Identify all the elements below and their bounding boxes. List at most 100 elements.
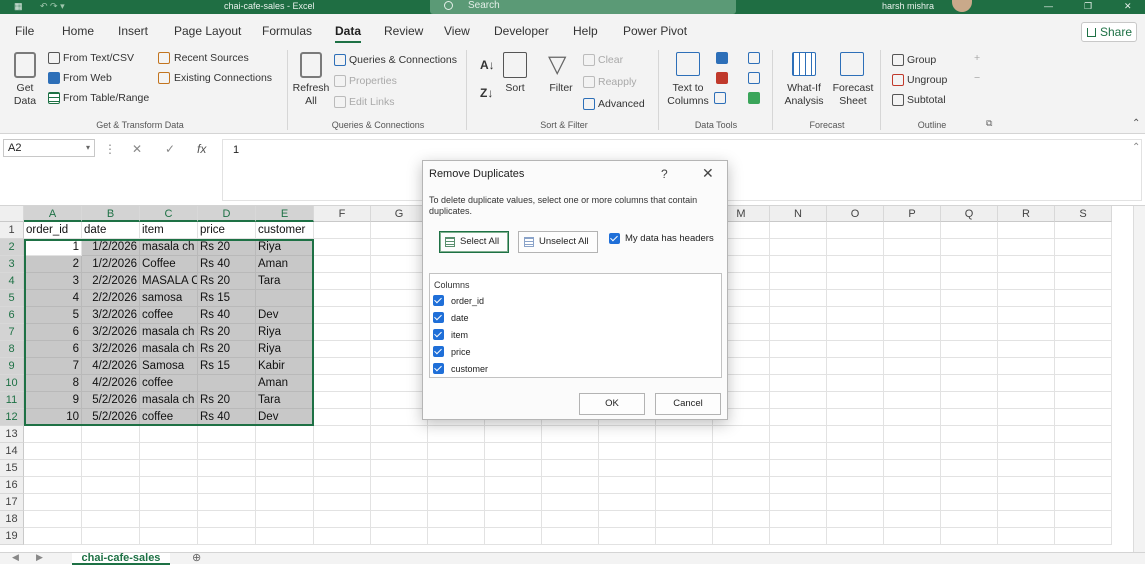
table-cell[interactable]	[198, 511, 256, 528]
table-cell[interactable]	[827, 273, 884, 290]
table-cell[interactable]	[941, 409, 998, 426]
table-cell[interactable]: 4/2/2026	[82, 375, 140, 392]
table-cell[interactable]	[998, 460, 1055, 477]
table-cell[interactable]	[998, 494, 1055, 511]
table-cell[interactable]: 8	[24, 375, 82, 392]
table-cell[interactable]: Aman	[256, 375, 314, 392]
table-cell[interactable]	[998, 273, 1055, 290]
table-cell[interactable]: 6	[24, 341, 82, 358]
table-cell[interactable]	[314, 426, 371, 443]
table-cell[interactable]	[485, 477, 542, 494]
table-cell[interactable]	[770, 460, 827, 477]
table-cell[interactable]	[314, 290, 371, 307]
table-cell[interactable]	[314, 511, 371, 528]
table-cell[interactable]	[998, 324, 1055, 341]
table-cell[interactable]	[314, 324, 371, 341]
expand-formula-icon[interactable]: ⌃	[1132, 142, 1140, 153]
column-checkbox[interactable]	[433, 312, 444, 323]
table-cell[interactable]	[884, 239, 941, 256]
table-cell[interactable]	[941, 443, 998, 460]
table-cell[interactable]	[371, 392, 428, 409]
select-all-corner[interactable]	[0, 206, 24, 222]
consolidate-icon[interactable]	[748, 52, 760, 64]
table-cell[interactable]	[884, 375, 941, 392]
table-cell[interactable]: 6	[24, 324, 82, 341]
table-cell[interactable]	[1055, 290, 1112, 307]
filter-button[interactable]: Filter	[543, 82, 579, 95]
table-cell[interactable]: Rs 20	[198, 273, 256, 290]
table-cell[interactable]	[599, 477, 656, 494]
column-checkbox[interactable]	[433, 346, 444, 357]
table-cell[interactable]: Tara	[256, 273, 314, 290]
tab-formulas[interactable]: Formulas	[262, 24, 312, 38]
table-cell[interactable]	[371, 511, 428, 528]
subtotal-button[interactable]: Subtotal	[907, 94, 946, 106]
tab-page-layout[interactable]: Page Layout	[174, 24, 241, 38]
clear-button[interactable]: Clear	[598, 54, 623, 66]
table-cell[interactable]	[656, 460, 713, 477]
columns-list[interactable]: Columns order_id date item price custome…	[429, 273, 722, 378]
table-cell[interactable]	[941, 239, 998, 256]
avatar[interactable]	[952, 0, 972, 12]
row-header[interactable]: 9	[0, 358, 24, 375]
table-cell[interactable]: date	[82, 222, 140, 239]
table-cell[interactable]	[998, 341, 1055, 358]
table-cell[interactable]	[941, 222, 998, 239]
table-cell[interactable]	[371, 477, 428, 494]
table-cell[interactable]	[371, 256, 428, 273]
table-cell[interactable]	[998, 222, 1055, 239]
table-cell[interactable]	[770, 375, 827, 392]
text-to-columns-button[interactable]: Text to Columns	[664, 82, 712, 108]
column-header[interactable]: F	[314, 206, 371, 222]
table-cell[interactable]	[371, 222, 428, 239]
row-header[interactable]: 7	[0, 324, 24, 341]
flash-fill-icon[interactable]	[716, 52, 728, 64]
table-cell[interactable]	[998, 256, 1055, 273]
from-table-range-button[interactable]: From Table/Range	[63, 92, 149, 104]
row-header[interactable]: 3	[0, 256, 24, 273]
table-cell[interactable]	[770, 341, 827, 358]
table-cell[interactable]	[485, 460, 542, 477]
share-button[interactable]: Share	[1081, 22, 1137, 42]
table-cell[interactable]	[198, 528, 256, 545]
queries-connections-button[interactable]: Queries & Connections	[349, 54, 457, 66]
table-cell[interactable]	[884, 358, 941, 375]
from-text-csv-button[interactable]: From Text/CSV	[63, 52, 134, 64]
tab-review[interactable]: Review	[384, 24, 423, 38]
table-cell[interactable]	[770, 443, 827, 460]
table-cell[interactable]	[827, 375, 884, 392]
table-cell[interactable]	[314, 392, 371, 409]
table-cell[interactable]	[941, 460, 998, 477]
row-header[interactable]: 12	[0, 409, 24, 426]
table-cell[interactable]	[371, 239, 428, 256]
table-cell[interactable]: 3/2/2026	[82, 341, 140, 358]
table-cell[interactable]	[1055, 477, 1112, 494]
table-cell[interactable]	[371, 460, 428, 477]
table-cell[interactable]: 9	[24, 392, 82, 409]
table-cell[interactable]	[1055, 307, 1112, 324]
table-cell[interactable]	[256, 460, 314, 477]
table-cell[interactable]	[314, 409, 371, 426]
table-cell[interactable]	[24, 528, 82, 545]
table-cell[interactable]	[485, 528, 542, 545]
table-cell[interactable]	[599, 460, 656, 477]
column-header[interactable]: G	[371, 206, 428, 222]
table-cell[interactable]	[713, 477, 770, 494]
data-model-icon[interactable]	[748, 92, 760, 104]
table-cell[interactable]	[884, 494, 941, 511]
tab-developer[interactable]: Developer	[494, 24, 549, 38]
table-cell[interactable]: 2/2/2026	[82, 290, 140, 307]
show-detail-icon[interactable]: +	[974, 52, 980, 64]
minimize-icon[interactable]: —	[1044, 0, 1053, 12]
table-cell[interactable]	[256, 443, 314, 460]
table-cell[interactable]	[542, 511, 599, 528]
table-cell[interactable]	[998, 477, 1055, 494]
table-cell[interactable]	[998, 358, 1055, 375]
table-cell[interactable]	[314, 307, 371, 324]
table-cell[interactable]	[314, 341, 371, 358]
table-cell[interactable]	[371, 494, 428, 511]
table-cell[interactable]	[24, 494, 82, 511]
row-header[interactable]: 18	[0, 511, 24, 528]
name-box[interactable]: A2 ▾	[3, 139, 95, 157]
row-header[interactable]: 16	[0, 477, 24, 494]
